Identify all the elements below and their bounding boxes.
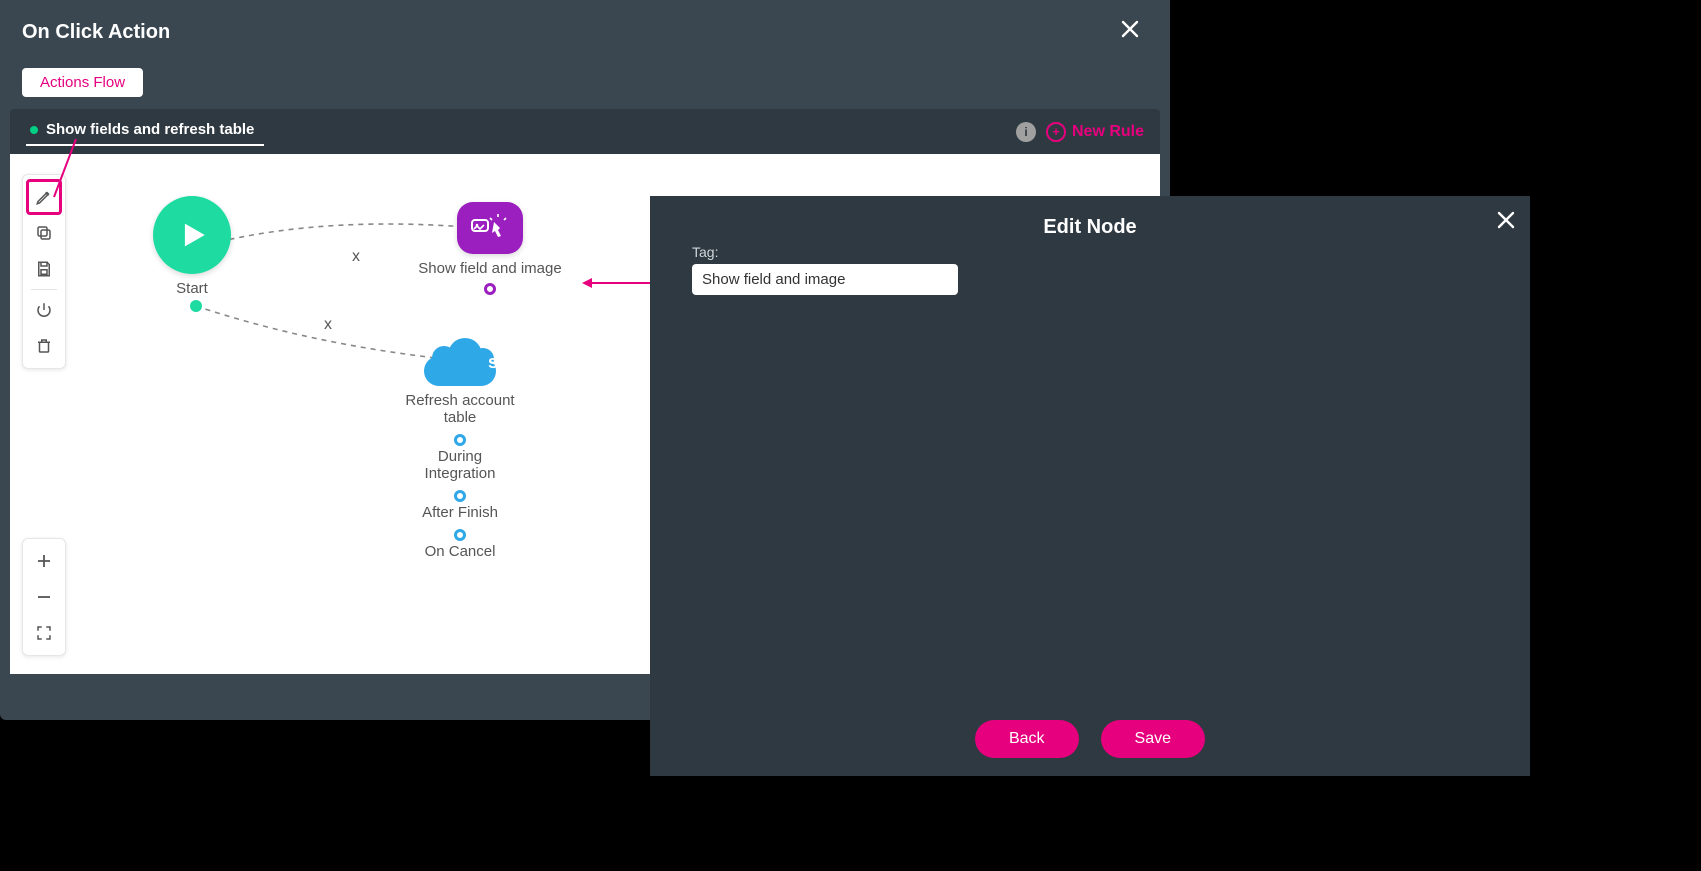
node-output-ring-icon[interactable] bbox=[454, 490, 466, 502]
status-dot-icon bbox=[30, 126, 38, 134]
chain-label: After Finish bbox=[395, 504, 525, 521]
copy-tool-button[interactable] bbox=[26, 215, 62, 251]
save-tool-button[interactable] bbox=[26, 251, 62, 287]
edit-tool-button[interactable] bbox=[26, 179, 62, 215]
plus-circle-icon: + bbox=[1046, 122, 1066, 142]
new-rule-button[interactable]: + New Rule bbox=[1046, 122, 1144, 142]
actions-flow-button[interactable]: Actions Flow bbox=[22, 68, 143, 97]
edge-delete-icon[interactable]: x bbox=[352, 248, 360, 266]
cloud-glyph: sf bbox=[460, 352, 532, 373]
interaction-icon bbox=[457, 202, 523, 254]
node-output-ring-icon[interactable] bbox=[454, 529, 466, 541]
on-click-titlebar: On Click Action bbox=[0, 0, 1170, 60]
edge-delete-icon[interactable]: x bbox=[324, 316, 332, 334]
close-icon[interactable] bbox=[1112, 14, 1148, 50]
zoom-out-button[interactable] bbox=[26, 579, 62, 615]
on-click-title: On Click Action bbox=[22, 21, 170, 44]
canvas-toolbar bbox=[22, 174, 66, 369]
show-field-node-label: Show field and image bbox=[405, 260, 575, 277]
fit-screen-button[interactable] bbox=[26, 615, 62, 651]
back-button[interactable]: Back bbox=[975, 720, 1079, 758]
chain-label: During Integration bbox=[395, 448, 525, 482]
salesforce-node[interactable]: sf Refresh account table During Integrat… bbox=[395, 340, 525, 560]
play-icon bbox=[153, 196, 231, 274]
rule-bar: Show fields and refresh table i + New Ru… bbox=[10, 109, 1160, 154]
node-output-ring-icon[interactable] bbox=[454, 434, 466, 446]
chain-label: On Cancel bbox=[395, 543, 525, 560]
node-output-ring-icon[interactable] bbox=[484, 283, 496, 295]
cloud-icon: sf bbox=[424, 340, 496, 386]
save-button[interactable]: Save bbox=[1101, 720, 1205, 758]
new-rule-label: New Rule bbox=[1072, 123, 1144, 141]
edit-node-title: Edit Node bbox=[650, 196, 1530, 247]
info-icon[interactable]: i bbox=[1016, 122, 1036, 142]
rule-tab[interactable]: Show fields and refresh table bbox=[26, 117, 264, 146]
close-icon[interactable] bbox=[1496, 206, 1516, 237]
zoom-in-button[interactable] bbox=[26, 543, 62, 579]
salesforce-node-label: Refresh account table bbox=[395, 392, 525, 426]
power-tool-button[interactable] bbox=[26, 292, 62, 328]
tag-input[interactable] bbox=[692, 264, 958, 295]
delete-tool-button[interactable] bbox=[26, 328, 62, 364]
zoom-toolbar bbox=[22, 538, 66, 656]
start-connector-dot-icon bbox=[190, 300, 202, 312]
start-node-label: Start bbox=[153, 280, 231, 297]
tag-label: Tag: bbox=[692, 244, 958, 260]
start-node[interactable]: Start bbox=[153, 196, 231, 297]
show-field-node[interactable]: Show field and image bbox=[405, 202, 575, 295]
rule-tab-label: Show fields and refresh table bbox=[46, 121, 254, 138]
edit-node-panel: Edit Node Tag: Back Save bbox=[650, 196, 1530, 776]
tag-form-group: Tag: bbox=[692, 244, 958, 295]
